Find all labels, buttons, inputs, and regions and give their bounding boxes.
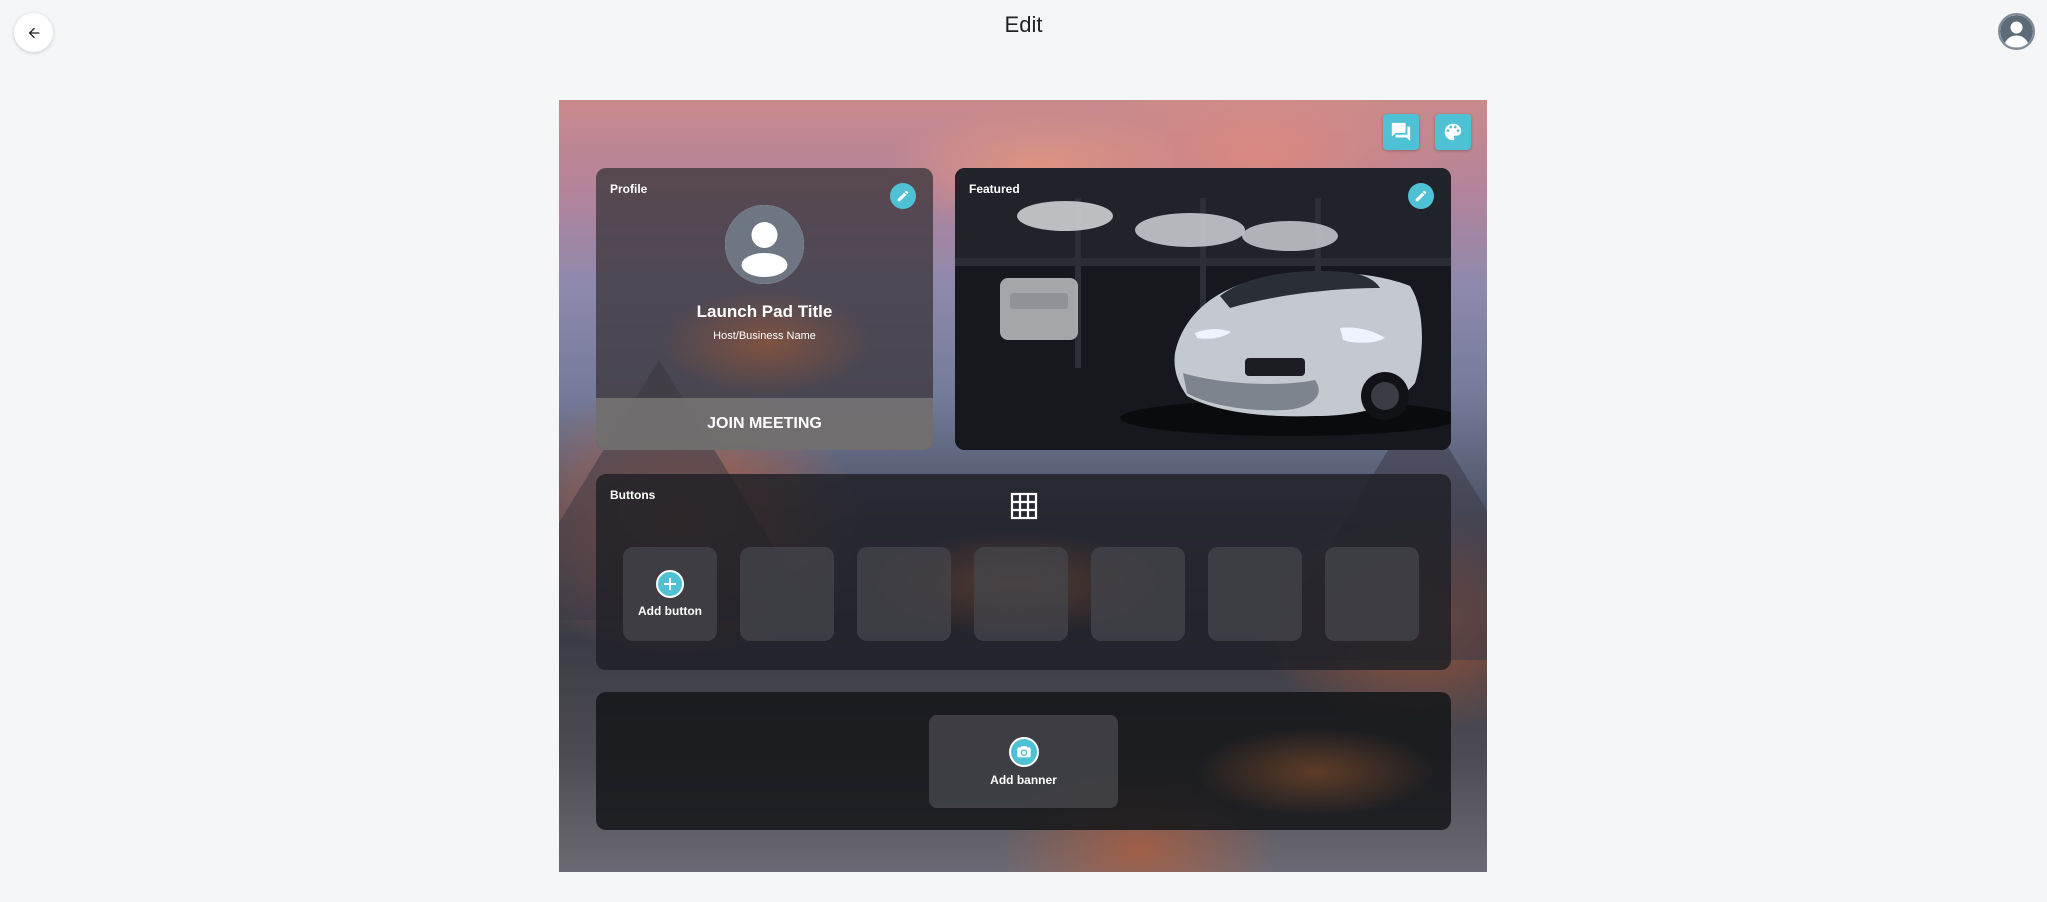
grid-icon [1010,492,1038,520]
account-circle-icon [2000,15,2033,48]
page-title: Edit [1004,12,1043,37]
account-button[interactable] [1998,13,2035,50]
launch-pad-title: Launch Pad Title [696,302,833,321]
featured-card-label: Featured [969,182,1020,196]
add-banner-button[interactable]: Add banner [929,715,1118,808]
add-button-label: Add button [638,604,702,618]
theme-button[interactable] [1435,114,1471,150]
banner-card: Add banner [596,692,1451,830]
empty-button-slot[interactable] [740,547,834,641]
featured-car-image [955,168,1451,450]
join-meeting-button[interactable]: JOIN MEETING [596,398,933,450]
pencil-icon [1415,190,1427,202]
buttons-card: Buttons Add button [596,474,1451,670]
profile-avatar[interactable] [725,205,804,284]
add-button-slot[interactable]: Add button [623,547,717,641]
plus-icon [656,570,684,598]
edit-featured-button[interactable] [1408,183,1434,209]
empty-button-slot[interactable] [1091,547,1185,641]
host-business-name: Host/Business Name [713,330,816,342]
empty-button-slot[interactable] [857,547,951,641]
palette-icon [1444,123,1462,141]
pencil-icon [897,190,909,202]
featured-card: Featured [955,168,1451,450]
grid-layout-button[interactable] [1010,492,1038,520]
profile-card: Profile Launch Pad Title Host/Business N… [596,168,933,450]
launch-pad-canvas: Profile Launch Pad Title Host/Business N… [559,100,1487,872]
empty-button-slot[interactable] [974,547,1068,641]
chat-button[interactable] [1383,114,1419,150]
buttons-card-label: Buttons [610,488,656,502]
empty-button-slot[interactable] [1208,547,1302,641]
profile-card-label: Profile [610,182,648,196]
empty-button-slot[interactable] [1325,547,1419,641]
add-banner-label: Add banner [990,772,1057,787]
camera-icon [1008,736,1039,767]
edit-profile-button[interactable] [890,183,916,209]
person-icon [725,205,804,284]
chat-icon [1391,122,1411,142]
